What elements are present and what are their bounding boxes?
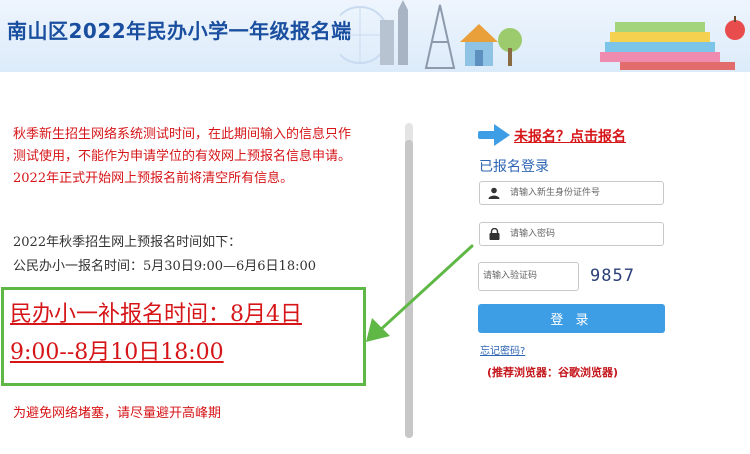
captcha-input[interactable] (483, 265, 573, 287)
password-field[interactable] (479, 222, 664, 246)
test-period-notice: 秋季新生招生网络系统测试时间，在此期间输入的信息只作测试使用，不能作为申请学位的… (13, 127, 352, 186)
login-button[interactable]: 登 录 (478, 304, 665, 333)
forgot-password-link[interactable]: 忘记密码? (480, 342, 525, 357)
avoid-peak-notice: 为避免网络堵塞，请尽量避开高峰期 (13, 406, 222, 421)
green-arrow-icon (366, 244, 474, 342)
captcha-field[interactable] (478, 262, 579, 291)
schedule-title: 2022年秋季招生网上预报名时间如下： (13, 235, 242, 250)
password-input[interactable] (510, 223, 660, 245)
login-section-title: 已报名登录 (479, 159, 549, 175)
public-private-schedule: 公民办小一报名时间：5月30日9:00—6月6日18:00 (13, 259, 317, 274)
supplement-registration-time: 民办小一补报名时间：8月4日9:00--8月10日18:00 (10, 302, 302, 365)
id-number-input[interactable] (510, 182, 660, 204)
banner-illustration (340, 0, 745, 70)
arrow-right-icon (478, 124, 510, 146)
user-icon (480, 182, 508, 204)
id-number-field[interactable] (479, 181, 664, 205)
captcha-image[interactable]: 9857 (590, 266, 635, 286)
page-title: 南山区2022年民办小学一年级报名端 (7, 19, 352, 43)
lock-icon (480, 223, 508, 245)
register-link[interactable]: 未报名？点击报名 (514, 126, 626, 146)
header-banner: 南山区2022年民办小学一年级报名端 (0, 0, 750, 72)
recommended-browser-note: (推荐浏览器：谷歌浏览器) (487, 366, 619, 379)
